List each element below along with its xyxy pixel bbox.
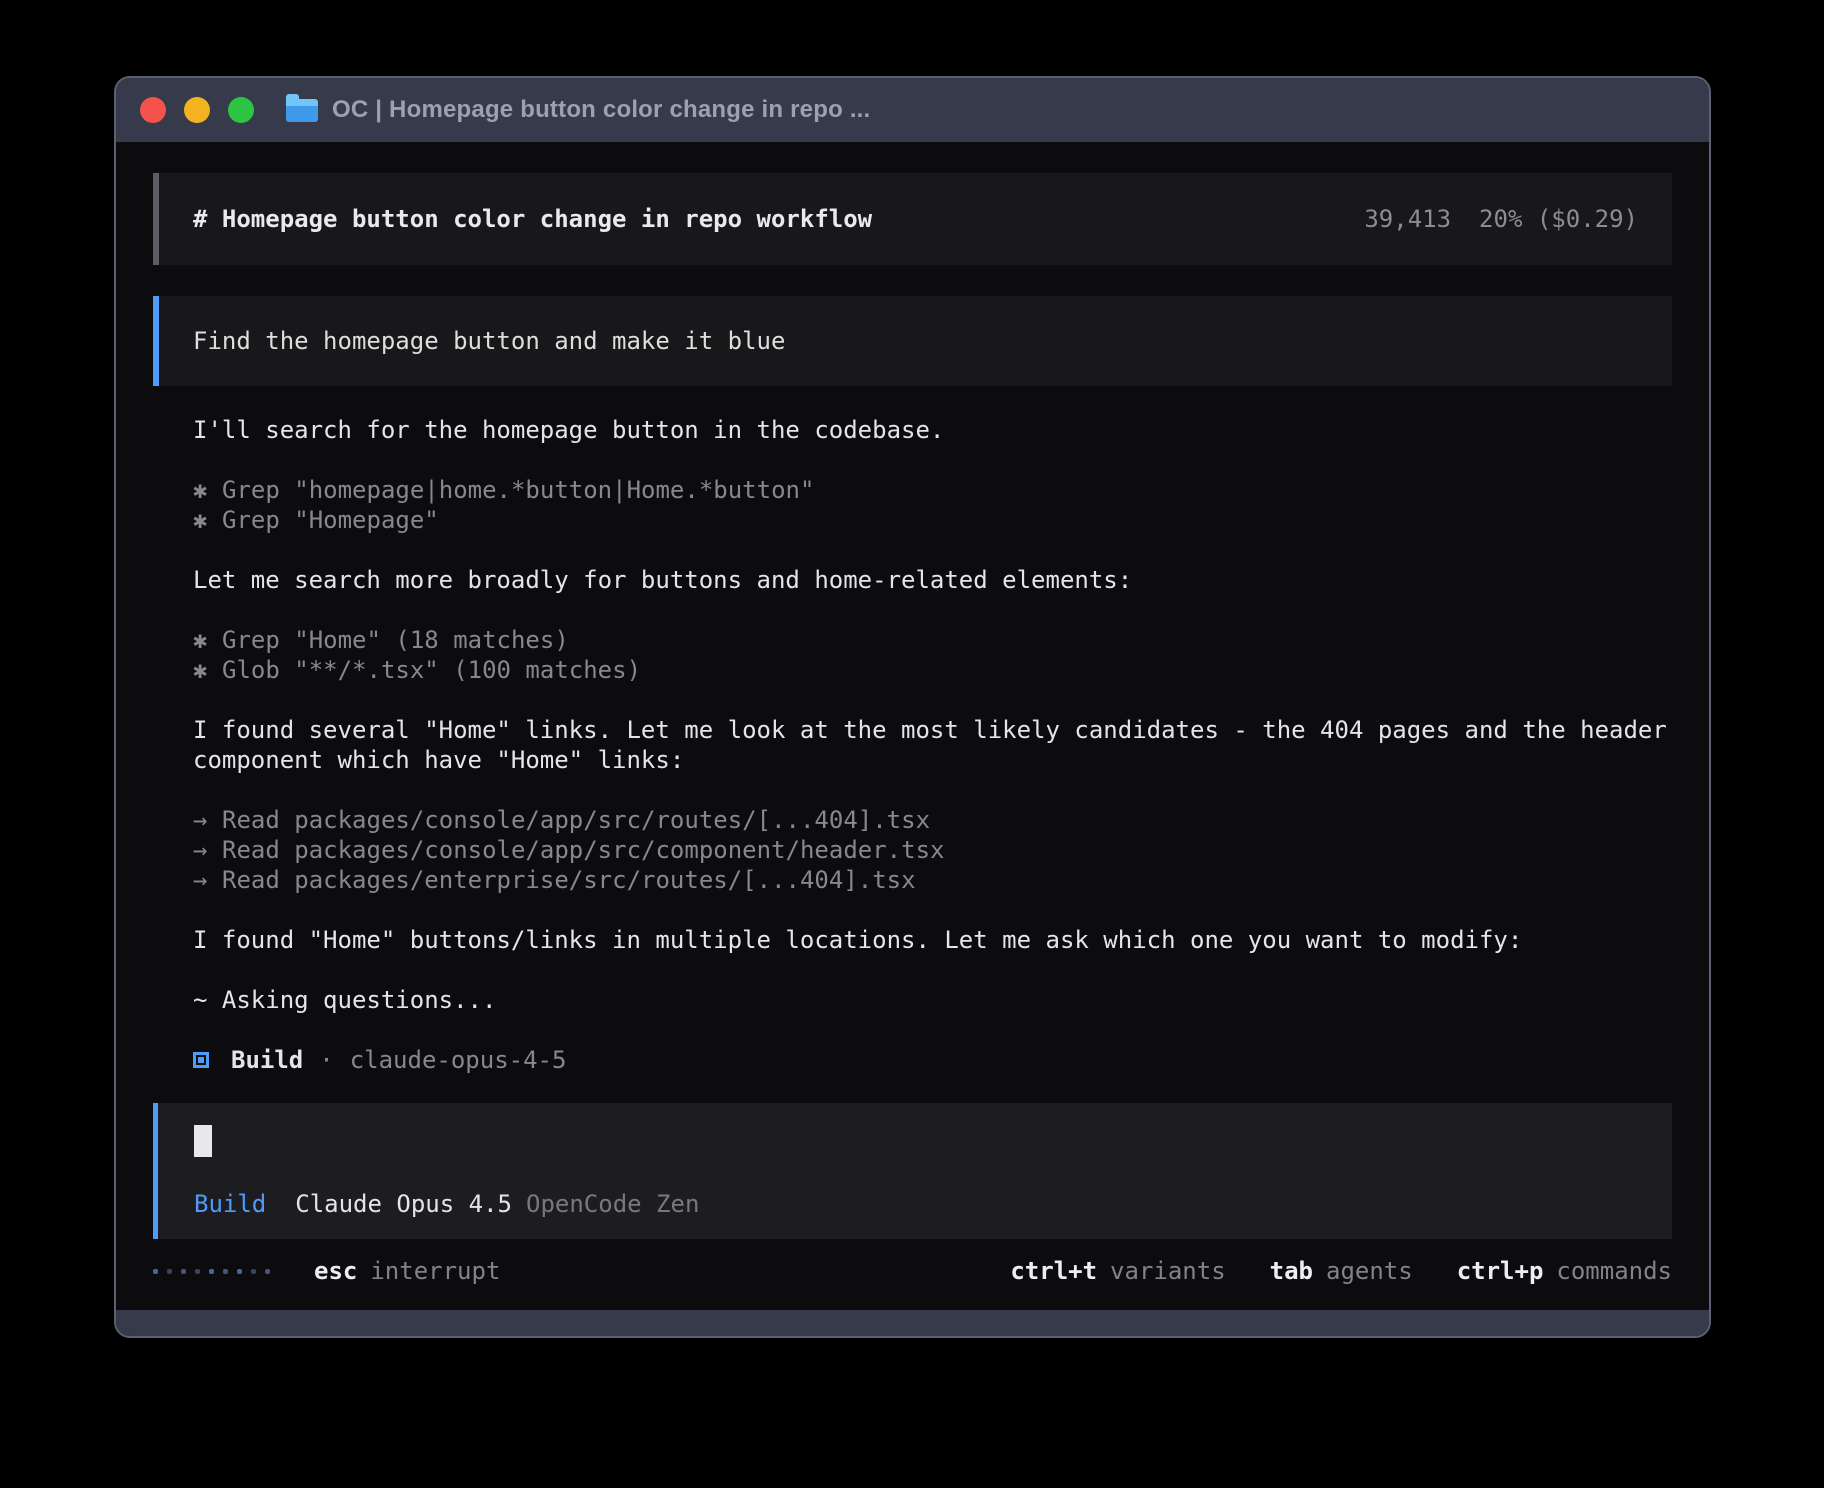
tool-call-read: → Read packages/enterprise/src/routes/[..… xyxy=(193,865,1672,895)
assistant-paragraph: Let me search more broadly for buttons a… xyxy=(193,565,1672,595)
tool-call-group: → Read packages/console/app/src/routes/[.… xyxy=(193,805,1672,895)
window-bottom-bar xyxy=(116,1310,1709,1336)
status-right: ctrl+tvariants tabagents ctrl+pcommands xyxy=(966,1256,1672,1286)
assistant-paragraph: I'll search for the homepage button in t… xyxy=(193,415,1672,445)
window-titlebar[interactable]: OC | Homepage button color change in rep… xyxy=(116,78,1709,142)
traffic-lights xyxy=(140,97,254,123)
user-message: Find the homepage button and make it blu… xyxy=(153,296,1672,386)
text-cursor xyxy=(194,1125,212,1157)
minimize-button[interactable] xyxy=(184,97,210,123)
provider-name: OpenCode Zen xyxy=(526,1189,699,1219)
arrow-icon: → xyxy=(193,835,208,865)
prompt-input[interactable]: Build Claude Opus 4.5 OpenCode Zen xyxy=(153,1103,1672,1239)
tool-bullet-icon: ✱ xyxy=(193,505,208,535)
tool-bullet-icon: ✱ xyxy=(193,655,208,685)
tool-call-text: Read packages/enterprise/src/routes/[...… xyxy=(222,866,916,894)
close-button[interactable] xyxy=(140,97,166,123)
window-title: OC | Homepage button color change in rep… xyxy=(332,96,870,124)
agent-line: Build · claude-opus-4-5 xyxy=(193,1045,1672,1075)
tool-call-group: ✱ Grep "homepage|home.*button|Home.*butto… xyxy=(193,475,1672,535)
user-message-text: Find the homepage button and make it blu… xyxy=(193,326,785,356)
token-count: 39,413 xyxy=(1364,205,1451,233)
tool-call-text: Grep "Home" (18 matches) xyxy=(222,626,569,654)
activity-status: ~ Asking questions... xyxy=(193,985,1672,1015)
tool-call-group: ✱ Grep "Home" (18 matches) ✱ Glob "**/*.ts… xyxy=(193,625,1672,685)
tool-call-grep: ✱ Grep "homepage|home.*button|Home.*butto… xyxy=(193,475,1672,505)
tool-bullet-icon: ✱ xyxy=(193,625,208,655)
tool-call-grep: ✱ Grep "Homepage" xyxy=(193,505,1672,535)
hint-variants: ctrl+tvariants xyxy=(1010,1256,1225,1286)
agent-name: Build xyxy=(231,1045,303,1075)
tool-call-read: → Read packages/console/app/src/routes/[.… xyxy=(193,805,1672,835)
session-title: # Homepage button color change in repo w… xyxy=(193,204,872,234)
model-status-line: Build Claude Opus 4.5 OpenCode Zen xyxy=(194,1189,1636,1219)
tool-call-text: Grep "homepage|home.*button|Home.*button… xyxy=(222,476,814,504)
assistant-paragraph: I found several "Home" links. Let me loo… xyxy=(193,715,1672,775)
agent-square-icon xyxy=(193,1052,209,1068)
tool-call-text: Glob "**/*.tsx" (100 matches) xyxy=(222,656,641,684)
hint-agents: tabagents xyxy=(1270,1256,1413,1286)
esc-key-label: interrupt xyxy=(370,1256,500,1286)
zoom-button[interactable] xyxy=(228,97,254,123)
tool-call-grep: ✱ Grep "Home" (18 matches) xyxy=(193,625,1672,655)
assistant-paragraph: I found "Home" buttons/links in multiple… xyxy=(193,925,1672,955)
desktop: { "window": { "title": "OC | Homepage bu… xyxy=(0,0,1824,1488)
terminal-content: # Homepage button color change in repo w… xyxy=(116,142,1709,1310)
arrow-icon: → xyxy=(193,805,208,835)
tool-call-text: Read packages/console/app/src/routes/[..… xyxy=(222,806,930,834)
esc-key-hint: esc xyxy=(314,1256,357,1286)
tool-bullet-icon: ✱ xyxy=(193,475,208,505)
context-cost: 20% ($0.29) xyxy=(1479,205,1638,233)
tool-call-text: Grep "Homepage" xyxy=(222,506,439,534)
hint-commands: ctrl+pcommands xyxy=(1457,1256,1672,1286)
folder-icon xyxy=(286,99,318,122)
agent-model: claude-opus-4-5 xyxy=(350,1045,567,1075)
arrow-icon: → xyxy=(193,865,208,895)
session-stats: 39,413 20% ($0.29) xyxy=(1364,204,1638,234)
tool-call-text: Read packages/console/app/src/component/… xyxy=(222,836,944,864)
status-bar: esc interrupt ctrl+tvariants tabagents c… xyxy=(153,1255,1672,1287)
status-left: esc interrupt xyxy=(153,1256,500,1286)
tool-call-glob: ✱ Glob "**/*.tsx" (100 matches) xyxy=(193,655,1672,685)
spinner-dots-icon xyxy=(153,1269,270,1274)
separator-dot: · xyxy=(319,1045,333,1075)
session-header: # Homepage button color change in repo w… xyxy=(153,173,1672,265)
model-name: Claude Opus 4.5 xyxy=(295,1189,512,1219)
terminal-window: OC | Homepage button color change in rep… xyxy=(114,76,1711,1338)
assistant-transcript: I'll search for the homepage button in t… xyxy=(153,386,1672,1075)
tool-call-read: → Read packages/console/app/src/component… xyxy=(193,835,1672,865)
agent-mode-label: Build xyxy=(194,1189,266,1219)
